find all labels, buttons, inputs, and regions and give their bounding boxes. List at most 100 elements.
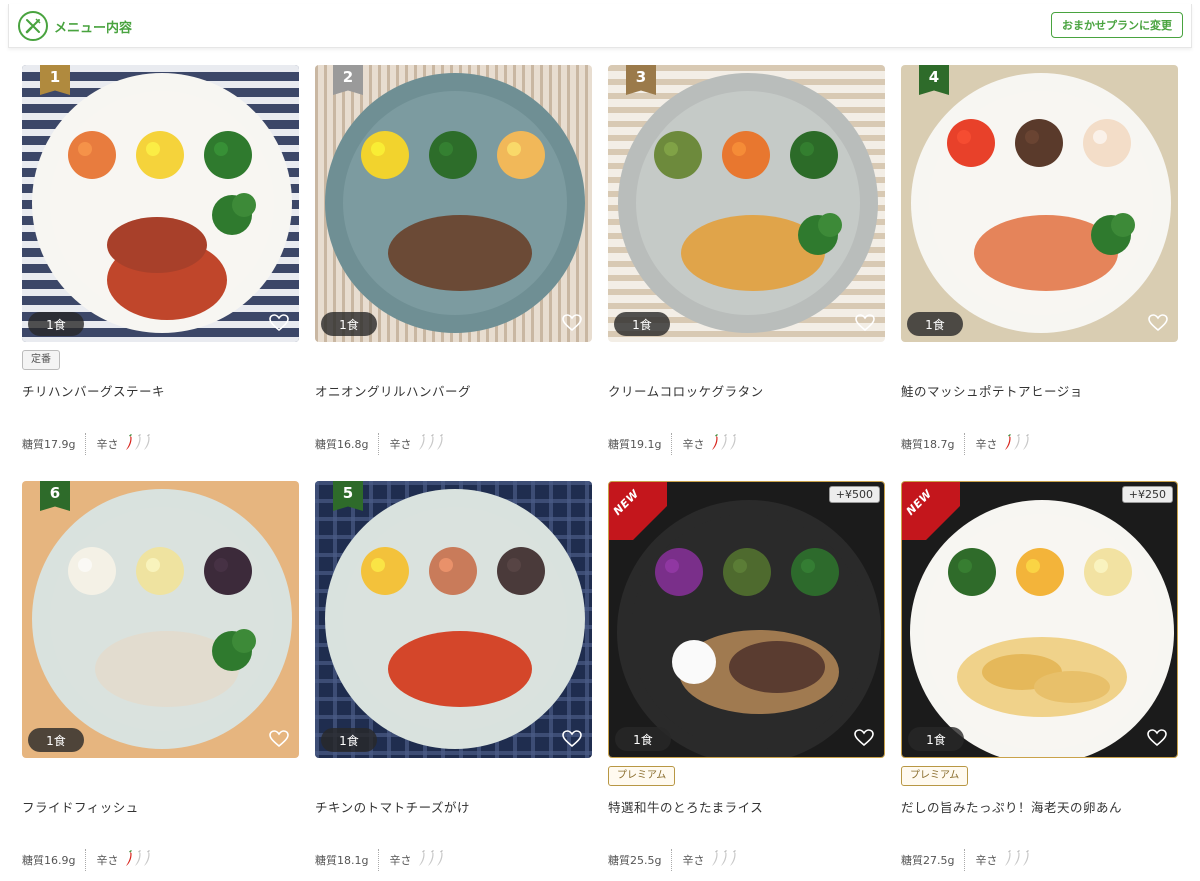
spice-label: 辛さ	[389, 854, 412, 867]
spice-level	[710, 433, 737, 455]
menu-grid: 1 1食 定番 チリハンバーグステーキ 糖質17.9g 辛さ 2 1食 オニオングリルハンバー…	[0, 0, 1200, 880]
menu-name[interactable]: チキンのトマトチーズがけ	[315, 797, 470, 816]
menu-meta: 糖質17.9g 辛さ	[22, 433, 151, 455]
favorite-heart-icon[interactable]	[1147, 729, 1167, 747]
menu-name[interactable]: 特選和牛のとろたまライス	[608, 797, 763, 816]
menu-card[interactable]: 6 1食フライドフィッシュ 糖質16.9g 辛さ	[22, 481, 299, 881]
rank-badge: 4	[919, 65, 949, 95]
new-badge: NEW	[902, 482, 960, 540]
chili-icon	[417, 849, 426, 871]
favorite-heart-icon[interactable]	[562, 730, 582, 748]
sugar-content: 糖質17.9g	[22, 433, 87, 455]
chili-icon	[728, 433, 737, 455]
menu-card[interactable]: NEW +¥250 1食プレミアムだしの旨みたっぷり！海老天の卵あん 糖質27.5g 辛…	[901, 481, 1178, 881]
chili-icon	[133, 849, 142, 871]
menu-name[interactable]: 鮭のマッシュポテトアヒージョ	[901, 381, 1083, 400]
menu-meta: 糖質16.8g 辛さ	[315, 433, 444, 455]
favorite-heart-icon[interactable]	[269, 314, 289, 332]
quantity-badge: 1食	[615, 727, 671, 751]
menu-tag: プレミアム	[608, 766, 676, 786]
quantity-badge: 1食	[908, 727, 964, 751]
favorite-heart-icon[interactable]	[269, 730, 289, 748]
spice-label: 辛さ	[975, 438, 998, 451]
spice-label: 辛さ	[975, 854, 998, 867]
sugar-content: 糖質27.5g	[901, 849, 966, 871]
quantity-badge: 1食	[28, 312, 84, 336]
chili-icon	[1003, 849, 1012, 871]
chili-icon	[1012, 849, 1021, 871]
sugar-content: 糖質18.1g	[315, 849, 380, 871]
quantity-badge: 1食	[321, 312, 377, 336]
chili-icon	[133, 433, 142, 455]
menu-name[interactable]: フライドフィッシュ	[22, 797, 139, 816]
menu-name[interactable]: チリハンバーグステーキ	[22, 381, 165, 400]
chili-icon	[435, 849, 444, 871]
menu-meta: 糖質16.9g 辛さ	[22, 849, 151, 871]
menu-photo[interactable]: NEW +¥500 1食	[608, 481, 885, 758]
quantity-badge: 1食	[321, 728, 377, 752]
menu-meta: 糖質18.7g 辛さ	[901, 433, 1030, 455]
menu-card[interactable]: 3 1食クリームコロッケグラタン 糖質19.1g 辛さ	[608, 65, 885, 465]
chili-icon	[142, 849, 151, 871]
chili-icon	[1012, 433, 1021, 455]
sugar-content: 糖質25.5g	[608, 849, 673, 871]
favorite-heart-icon[interactable]	[854, 729, 874, 747]
chili-icon	[124, 849, 133, 871]
spice-level	[417, 433, 444, 455]
extra-price-tag: +¥500	[828, 486, 880, 503]
menu-meta: 糖質27.5g 辛さ	[901, 849, 1030, 871]
new-badge: NEW	[609, 482, 667, 540]
quantity-badge: 1食	[28, 728, 84, 752]
menu-photo[interactable]: 5 1食	[315, 481, 592, 758]
spice-level	[417, 849, 444, 871]
menu-meta: 糖質18.1g 辛さ	[315, 849, 444, 871]
chili-icon	[142, 433, 151, 455]
spice-level	[124, 433, 151, 455]
menu-meta: 糖質25.5g 辛さ	[608, 849, 737, 871]
rank-badge: 2	[333, 65, 363, 95]
menu-meta: 糖質19.1g 辛さ	[608, 433, 737, 455]
spice-level	[1003, 849, 1030, 871]
menu-card[interactable]: NEW +¥500 1食プレミアム特選和牛のとろたまライス 糖質25.5g 辛さ	[608, 481, 885, 881]
menu-card[interactable]: 2 1食オニオングリルハンバーグ 糖質16.8g 辛さ	[315, 65, 592, 465]
chili-icon	[719, 433, 728, 455]
chili-icon	[710, 433, 719, 455]
menu-card[interactable]: 4 1食鮭のマッシュポテトアヒージョ 糖質18.7g 辛さ	[901, 65, 1178, 465]
spice-level	[710, 849, 737, 871]
spice-label: 辛さ	[682, 438, 705, 451]
rank-badge: 5	[333, 481, 363, 511]
rank-badge: 1	[40, 65, 70, 95]
menu-tag: プレミアム	[901, 766, 969, 786]
menu-name[interactable]: クリームコロッケグラタン	[608, 381, 764, 400]
chili-icon	[1021, 433, 1030, 455]
favorite-heart-icon[interactable]	[1148, 314, 1168, 332]
menu-photo[interactable]: 1 1食	[22, 65, 299, 342]
spice-level	[124, 849, 151, 871]
chili-icon	[426, 849, 435, 871]
menu-photo[interactable]: NEW +¥250 1食	[901, 481, 1178, 758]
menu-photo[interactable]: 6 1食	[22, 481, 299, 758]
spice-level	[1003, 433, 1030, 455]
rank-badge: 3	[626, 65, 656, 95]
spice-label: 辛さ	[682, 854, 705, 867]
sugar-content: 糖質16.8g	[315, 433, 380, 455]
menu-name[interactable]: オニオングリルハンバーグ	[315, 381, 471, 400]
menu-card[interactable]: 1 1食 定番 チリハンバーグステーキ 糖質17.9g 辛さ	[22, 65, 299, 465]
menu-photo[interactable]: 3 1食	[608, 65, 885, 342]
chili-icon	[728, 849, 737, 871]
chili-icon	[435, 433, 444, 455]
sugar-content: 糖質16.9g	[22, 849, 87, 871]
menu-card[interactable]: 5 1食チキンのトマトチーズがけ 糖質18.1g 辛さ	[315, 481, 592, 881]
sugar-content: 糖質18.7g	[901, 433, 966, 455]
menu-photo[interactable]: 4 1食	[901, 65, 1178, 342]
chili-icon	[417, 433, 426, 455]
menu-name[interactable]: だしの旨みたっぷり！海老天の卵あん	[901, 797, 1122, 816]
chili-icon	[1003, 433, 1012, 455]
chili-icon	[124, 433, 133, 455]
quantity-badge: 1食	[907, 312, 963, 336]
spice-label: 辛さ	[96, 854, 119, 867]
favorite-heart-icon[interactable]	[855, 314, 875, 332]
favorite-heart-icon[interactable]	[562, 314, 582, 332]
chili-icon	[426, 433, 435, 455]
menu-photo[interactable]: 2 1食	[315, 65, 592, 342]
